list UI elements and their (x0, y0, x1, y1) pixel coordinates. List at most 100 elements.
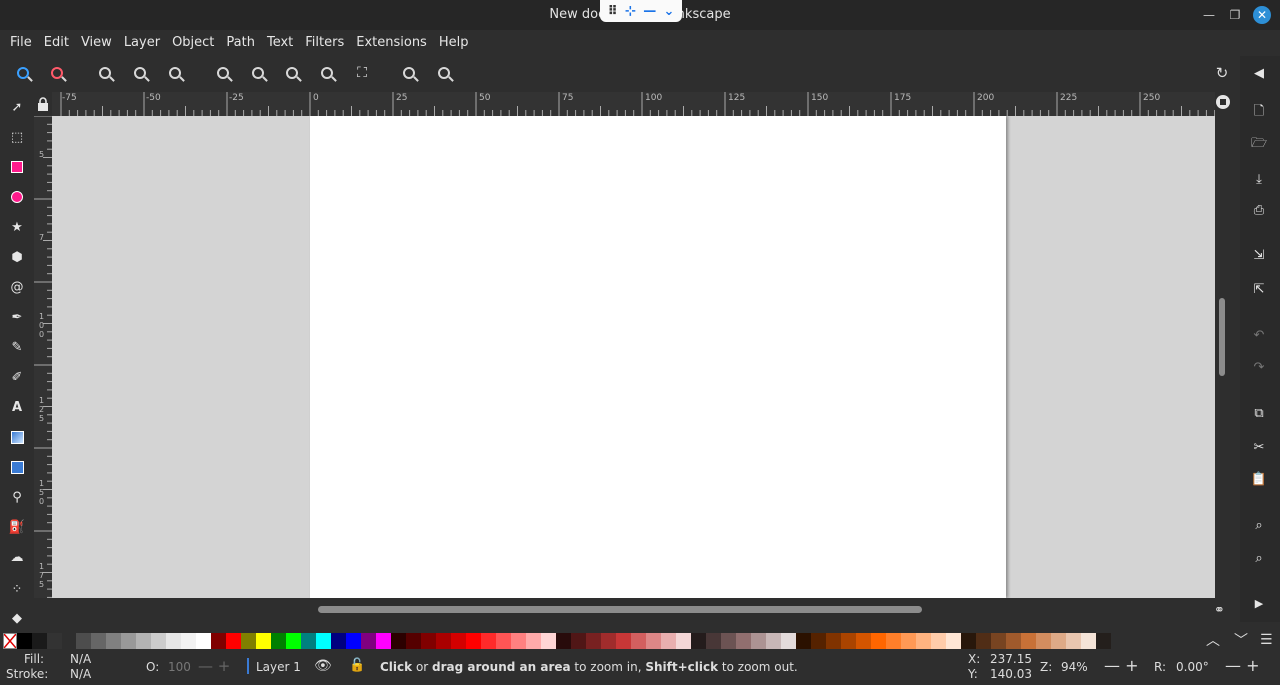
color-swatch[interactable] (226, 633, 241, 649)
menu-object[interactable]: Object (166, 35, 220, 50)
color-swatch[interactable] (1081, 633, 1096, 649)
menu-path[interactable]: Path (220, 35, 261, 50)
ruler-lock-icon[interactable] (1215, 94, 1233, 112)
color-swatch[interactable] (646, 633, 661, 649)
eraser-tool-icon[interactable]: ◆ (8, 609, 26, 627)
color-swatch[interactable] (856, 633, 871, 649)
menu-layer[interactable]: Layer (118, 35, 166, 50)
color-swatch[interactable] (241, 633, 256, 649)
menu-text[interactable]: Text (261, 35, 299, 50)
color-swatch[interactable] (961, 633, 976, 649)
color-swatch[interactable] (151, 633, 166, 649)
menu-edit[interactable]: Edit (38, 35, 75, 50)
color-swatch[interactable] (796, 633, 811, 649)
color-swatch[interactable] (661, 633, 676, 649)
zoom-page-icon[interactable] (283, 64, 301, 82)
drag-handle-icon[interactable]: ⠿ (608, 4, 618, 19)
color-swatch[interactable] (301, 633, 316, 649)
current-layer[interactable]: Layer 1 (256, 660, 301, 674)
color-swatch[interactable] (916, 633, 931, 649)
zoom-2-1-icon[interactable] (166, 64, 184, 82)
color-swatch[interactable] (841, 633, 856, 649)
copy-icon[interactable]: ⧉ (1250, 404, 1268, 422)
rotation-stepper[interactable]: — + (1225, 656, 1260, 675)
zoom-stepper[interactable]: — + (1104, 656, 1139, 675)
color-swatch[interactable] (826, 633, 841, 649)
menu-help[interactable]: Help (433, 35, 475, 50)
layer-lock-icon[interactable]: 🔓 (349, 658, 365, 673)
menu-view[interactable]: View (75, 35, 118, 50)
minimize-overlay-icon[interactable]: — (643, 4, 656, 19)
opacity-input[interactable]: 100 (168, 660, 191, 674)
color-swatch[interactable] (391, 633, 406, 649)
color-swatch[interactable] (76, 633, 91, 649)
color-swatch[interactable] (271, 633, 286, 649)
expand-more-icon[interactable]: ▶ (1250, 594, 1268, 612)
opacity-stepper[interactable]: — + (198, 657, 230, 675)
color-swatch[interactable] (1066, 633, 1081, 649)
color-swatch[interactable] (376, 633, 391, 649)
color-swatch[interactable] (871, 633, 886, 649)
color-swatch[interactable] (1006, 633, 1021, 649)
horizontal-scrollbar[interactable] (318, 606, 922, 613)
color-swatch[interactable] (886, 633, 901, 649)
rotation-input[interactable]: 0.00° (1176, 660, 1209, 674)
zoom-selection-icon[interactable] (214, 64, 232, 82)
color-swatch[interactable] (781, 633, 796, 649)
export-icon[interactable]: ⇱ (1250, 280, 1268, 298)
color-swatch[interactable] (976, 633, 991, 649)
color-swatch[interactable] (586, 633, 601, 649)
color-swatch[interactable] (361, 633, 376, 649)
color-swatch[interactable] (766, 633, 781, 649)
palette-menu-icon[interactable]: ☰ (1260, 630, 1273, 650)
color-swatch[interactable] (706, 633, 721, 649)
paint-bucket-icon[interactable]: ⛽ (8, 518, 26, 536)
close-icon[interactable]: ✕ (1253, 6, 1271, 24)
color-swatch[interactable] (601, 633, 616, 649)
color-swatch[interactable] (91, 633, 106, 649)
color-swatch[interactable] (106, 633, 121, 649)
color-swatch[interactable] (121, 633, 136, 649)
color-swatch[interactable] (256, 633, 271, 649)
pen-tool-icon[interactable]: ✒ (8, 308, 26, 326)
color-swatch[interactable] (1096, 633, 1111, 649)
text-tool-icon[interactable]: A (8, 398, 26, 416)
drawing-canvas[interactable] (52, 116, 1215, 598)
document-page[interactable] (310, 116, 1006, 598)
spray-tool-icon[interactable]: ⁘ (8, 580, 26, 598)
zoom-1-1-icon[interactable] (96, 64, 114, 82)
color-swatch[interactable] (496, 633, 511, 649)
layer-visibility-icon[interactable]: 👁 (314, 658, 332, 674)
color-swatch[interactable] (631, 633, 646, 649)
zoom-input[interactable]: 94% (1061, 660, 1088, 674)
palette-scroll-up-icon[interactable]: ︿ (1206, 630, 1220, 650)
color-swatch[interactable] (541, 633, 556, 649)
minimize-icon[interactable]: — (1200, 6, 1218, 24)
color-swatch[interactable] (466, 633, 481, 649)
zoom-selection-cmd-icon[interactable]: ⌕ (1250, 516, 1268, 534)
rectangle-tool-icon[interactable] (8, 158, 26, 176)
zoom-next-icon[interactable] (435, 64, 453, 82)
color-swatch[interactable] (286, 633, 301, 649)
mesh-tool-icon[interactable] (8, 458, 26, 476)
color-swatch[interactable] (811, 633, 826, 649)
zoom-previous-icon[interactable] (400, 64, 418, 82)
zoom-center-page-icon[interactable]: ⛶ (353, 64, 371, 82)
color-swatch[interactable] (556, 633, 571, 649)
zoom-page-width-icon[interactable] (318, 64, 336, 82)
gradient-tool-icon[interactable] (8, 428, 26, 446)
star-tool-icon[interactable]: ★ (8, 218, 26, 236)
color-swatch[interactable] (346, 633, 361, 649)
color-swatch[interactable] (316, 633, 331, 649)
color-swatch[interactable] (931, 633, 946, 649)
spiral-tool-icon[interactable]: @ (8, 278, 26, 296)
menu-extensions[interactable]: Extensions (350, 35, 433, 50)
color-swatch[interactable] (211, 633, 226, 649)
menu-file[interactable]: File (4, 35, 38, 50)
ellipse-tool-icon[interactable] (8, 188, 26, 206)
display-mode-icon[interactable]: ⚭ (1214, 603, 1232, 621)
zoom-out-icon[interactable] (48, 64, 66, 82)
color-swatch[interactable] (181, 633, 196, 649)
dropper-tool-icon[interactable]: ⚲ (8, 488, 26, 506)
no-paint-swatch[interactable] (3, 633, 17, 649)
